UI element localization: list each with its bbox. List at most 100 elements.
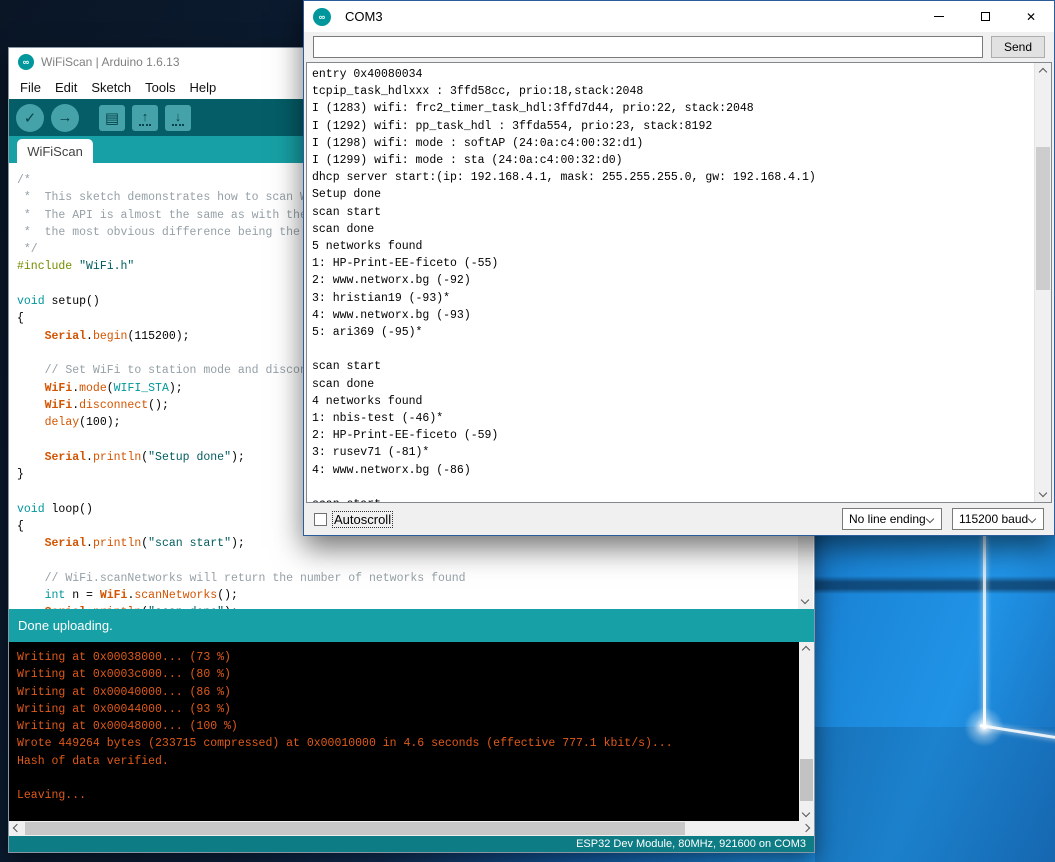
scroll-up-icon[interactable] [802, 646, 810, 654]
serial-titlebar[interactable]: ∞ COM3 ✕ [304, 1, 1054, 32]
console-line: Wrote 449264 bytes (233715 compressed) a… [17, 735, 792, 752]
arduino-logo-icon: ∞ [18, 54, 34, 70]
ide-window-title: WiFiScan | Arduino 1.6.13 [41, 55, 180, 69]
serial-output-line: I (1298) wifi: mode : softAP (24:0a:c4:0… [312, 135, 1029, 152]
serial-output-line: scan start [312, 496, 1029, 503]
arduino-logo-icon: ∞ [313, 8, 331, 26]
console-line: Writing at 0x00048000... (100 %) [17, 718, 792, 735]
horizontal-scrollbar-thumb[interactable] [25, 822, 685, 835]
serial-output-line: 3: rusev71 (-81)* [312, 444, 1029, 461]
send-button[interactable]: Send [991, 36, 1045, 58]
scroll-down-icon[interactable] [802, 809, 810, 817]
maximize-icon [981, 12, 990, 21]
minimize-button[interactable] [916, 1, 962, 32]
code-line: Serial.println("scan done"); [17, 604, 796, 609]
serial-output-line: 4 networks found [312, 393, 1029, 410]
tab-wifiscan[interactable]: WiFiScan [17, 139, 93, 163]
menu-tools[interactable]: Tools [138, 80, 182, 95]
close-button[interactable]: ✕ [1008, 1, 1054, 32]
baud-rate-dropdown[interactable]: 115200 baud [952, 508, 1044, 530]
code-line: int n = WiFi.scanNetworks(); [17, 587, 796, 604]
save-icon: ↓ [172, 110, 184, 126]
wallpaper-light-glow [964, 707, 1004, 747]
document-icon: ▤ [105, 109, 119, 127]
serial-output-line: scan start [312, 358, 1029, 375]
ide-status-bar: Done uploading. [9, 609, 814, 642]
serial-bottom-bar: Autoscroll No line ending 115200 baud [304, 503, 1054, 535]
console-line: Writing at 0x0003c000... (80 %) [17, 666, 792, 683]
serial-output-line [312, 341, 1029, 358]
serial-output[interactable]: entry 0x40080034tcpip_task_hdlxxx : 3ffd… [306, 62, 1052, 503]
wallpaper-window-beam-vertical [983, 535, 986, 729]
serial-send-input[interactable] [313, 36, 983, 58]
serial-output-line: tcpip_task_hdlxxx : 3ffd58cc, prio:18,st… [312, 83, 1029, 100]
upload-button[interactable]: → [51, 104, 79, 132]
menu-file[interactable]: File [13, 80, 48, 95]
save-sketch-button[interactable]: ↓ [165, 105, 191, 131]
status-message: Done uploading. [18, 618, 113, 633]
serial-output-line: 2: www.networx.bg (-92) [312, 272, 1029, 289]
scroll-up-icon[interactable] [1039, 68, 1047, 76]
serial-monitor-window: ∞ COM3 ✕ Send entry 0x40080034tcpip_task… [303, 0, 1055, 536]
serial-output-line: 3: hristian19 (-93)* [312, 290, 1029, 307]
window-controls: ✕ [916, 1, 1054, 32]
autoscroll-checkbox[interactable] [314, 513, 327, 526]
serial-input-row: Send [304, 32, 1054, 62]
console-output: Writing at 0x00038000... (73 %)Writing a… [17, 649, 792, 805]
chevron-down-icon [926, 515, 934, 523]
serial-window-title: COM3 [345, 9, 383, 24]
serial-output-line: 5 networks found [312, 238, 1029, 255]
console-vertical-scrollbar[interactable] [799, 642, 814, 821]
desktop-wallpaper: ∞ WiFiScan | Arduino 1.6.13 File Edit Sk… [0, 0, 1055, 862]
scroll-left-icon[interactable] [13, 824, 21, 832]
scroll-right-icon[interactable] [802, 824, 810, 832]
menu-help[interactable]: Help [182, 80, 223, 95]
console-line: Writing at 0x00040000... (86 %) [17, 684, 792, 701]
serial-output-line: I (1299) wifi: mode : sta (24:0a:c4:00:3… [312, 152, 1029, 169]
line-ending-dropdown[interactable]: No line ending [842, 508, 942, 530]
console-line: Hash of data verified. [17, 753, 792, 770]
code-line: Serial.println("scan start"); [17, 535, 796, 552]
open-icon: ↑ [139, 110, 151, 126]
serial-output-line: I (1283) wifi: frc2_timer_task_hdl:3ffd7… [312, 100, 1029, 117]
serial-output-line: dhcp server start:(ip: 192.168.4.1, mask… [312, 169, 1029, 186]
serial-output-line: 1: nbis-test (-46)* [312, 410, 1029, 427]
scroll-down-icon[interactable] [801, 596, 809, 604]
serial-vertical-scrollbar[interactable] [1034, 63, 1051, 502]
serial-output-line: 4: www.networx.bg (-86) [312, 462, 1029, 479]
autoscroll-label[interactable]: Autoscroll [333, 512, 392, 527]
ide-board-status-bar: ESP32 Dev Module, 80MHz, 921600 on COM3 [9, 836, 814, 852]
console-line: Leaving... [17, 787, 792, 804]
maximize-button[interactable] [962, 1, 1008, 32]
open-sketch-button[interactable]: ↑ [132, 105, 158, 131]
serial-output-line: 5: ari369 (-95)* [312, 324, 1029, 341]
serial-output-line: 2: HP-Print-EE-ficeto (-59) [312, 427, 1029, 444]
wallpaper-floor-shade [815, 727, 1055, 862]
menu-edit[interactable]: Edit [48, 80, 84, 95]
console-horizontal-scrollbar[interactable] [9, 821, 814, 836]
scroll-down-icon[interactable] [1039, 489, 1047, 497]
ide-console[interactable]: Writing at 0x00038000... (73 %)Writing a… [9, 642, 814, 821]
serial-scrollbar-thumb[interactable] [1036, 147, 1050, 290]
verify-button[interactable]: ✓ [16, 104, 44, 132]
serial-output-line: scan start [312, 204, 1029, 221]
serial-output-line: 4: www.networx.bg (-93) [312, 307, 1029, 324]
serial-output-line: scan done [312, 221, 1029, 238]
serial-output-line: entry 0x40080034 [312, 66, 1029, 83]
baud-rate-value: 115200 baud [959, 512, 1028, 526]
serial-output-line [312, 479, 1029, 496]
console-line [17, 770, 792, 787]
code-line [17, 553, 796, 570]
serial-output-line: scan done [312, 376, 1029, 393]
serial-output-line: I (1292) wifi: pp_task_hdl : 3ffda554, p… [312, 118, 1029, 135]
console-line: Writing at 0x00044000... (93 %) [17, 701, 792, 718]
new-sketch-button[interactable]: ▤ [99, 105, 125, 131]
right-arrow-icon: → [58, 109, 73, 126]
serial-output-text: entry 0x40080034tcpip_task_hdlxxx : 3ffd… [312, 66, 1029, 503]
line-ending-value: No line ending [849, 512, 926, 526]
checkmark-icon: ✓ [24, 109, 37, 127]
board-status-text: ESP32 Dev Module, 80MHz, 921600 on COM3 [576, 838, 806, 850]
console-scrollbar-thumb[interactable] [800, 759, 813, 801]
serial-output-line: Setup done [312, 186, 1029, 203]
menu-sketch[interactable]: Sketch [84, 80, 138, 95]
